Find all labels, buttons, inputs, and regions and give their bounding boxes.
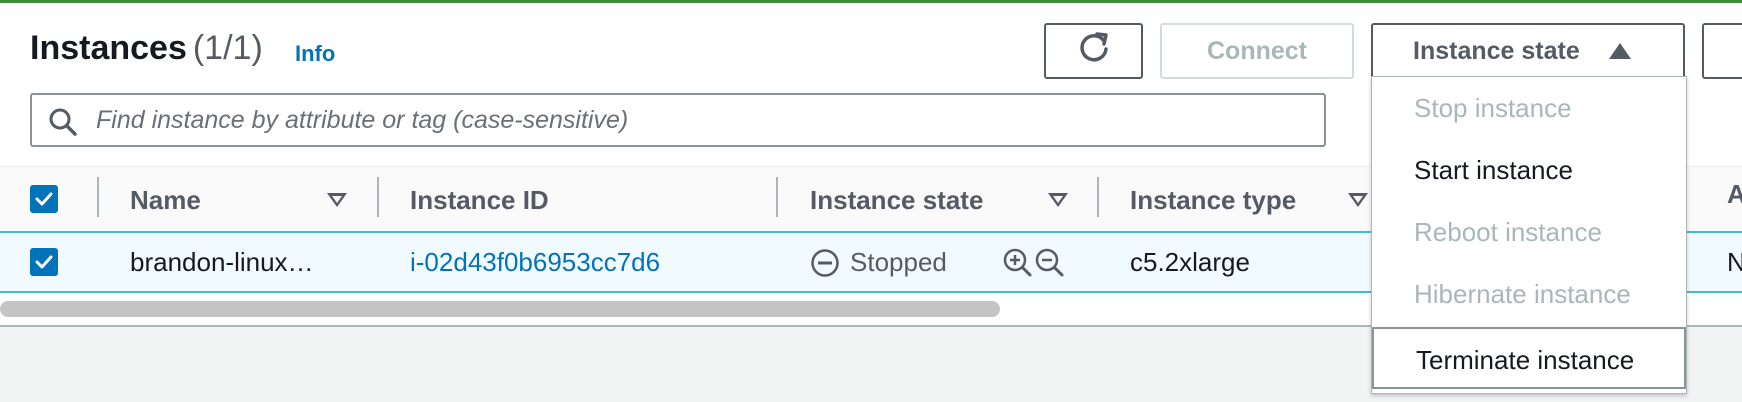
zoom-in-icon[interactable] xyxy=(1002,247,1032,282)
check-icon xyxy=(35,192,53,206)
column-header-cut[interactable]: A xyxy=(1727,179,1742,210)
instance-id-link[interactable]: i-02d43f0b6953cc7d6 xyxy=(410,247,660,278)
menu-item-terminate-instance[interactable]: Terminate instance xyxy=(1372,327,1686,389)
sort-icon[interactable] xyxy=(1348,193,1368,207)
column-separator[interactable] xyxy=(776,177,778,217)
sort-icon[interactable] xyxy=(1048,193,1068,207)
column-separator xyxy=(97,177,99,217)
menu-item-start-instance[interactable]: Start instance xyxy=(1372,139,1686,201)
cut-column-value: N xyxy=(1727,247,1742,277)
menu-item-reboot-instance[interactable]: Reboot instance xyxy=(1372,201,1686,263)
sort-icon[interactable] xyxy=(327,193,347,207)
page-title-text: Instances xyxy=(30,29,187,67)
column-header-instance-state[interactable]: Instance state xyxy=(810,185,983,216)
stopped-status-icon xyxy=(810,248,840,283)
instance-state-button[interactable]: Instance state xyxy=(1371,23,1685,79)
caret-up-icon xyxy=(1609,43,1631,59)
column-separator[interactable] xyxy=(377,177,379,217)
instance-name: brandon-linux… xyxy=(130,247,314,277)
zoom-out-icon[interactable] xyxy=(1034,247,1064,282)
select-all-checkbox[interactable] xyxy=(30,185,58,213)
refresh-icon xyxy=(1077,31,1111,72)
instance-count: (1/1) xyxy=(192,29,263,67)
search-icon xyxy=(48,107,78,142)
menu-item-hibernate-instance[interactable]: Hibernate instance xyxy=(1372,263,1686,325)
instance-type-value: c5.2xlarge xyxy=(1130,247,1250,277)
column-header-instance-id[interactable]: Instance ID xyxy=(410,185,549,216)
search-input[interactable]: Find instance by attribute or tag (case-… xyxy=(30,93,1326,147)
column-header-name[interactable]: Name xyxy=(130,185,201,216)
actions-button[interactable] xyxy=(1702,23,1742,79)
instance-state-value: Stopped xyxy=(850,247,947,277)
row-checkbox[interactable] xyxy=(30,248,58,276)
page-title: Instances (1/1) xyxy=(30,29,263,68)
menu-item-stop-instance[interactable]: Stop instance xyxy=(1372,77,1686,139)
instance-state-button-label: Instance state xyxy=(1413,36,1580,65)
check-icon xyxy=(35,255,53,269)
column-header-instance-type[interactable]: Instance type xyxy=(1130,185,1296,216)
refresh-button[interactable] xyxy=(1044,23,1143,79)
instance-state-dropdown: Stop instance Start instance Reboot inst… xyxy=(1371,76,1687,394)
search-placeholder: Find instance by attribute or tag (case-… xyxy=(96,106,629,134)
horizontal-scrollbar[interactable] xyxy=(0,301,1000,317)
column-separator[interactable] xyxy=(1097,177,1099,217)
connect-button[interactable]: Connect xyxy=(1160,23,1354,79)
info-link[interactable]: Info xyxy=(295,41,335,67)
